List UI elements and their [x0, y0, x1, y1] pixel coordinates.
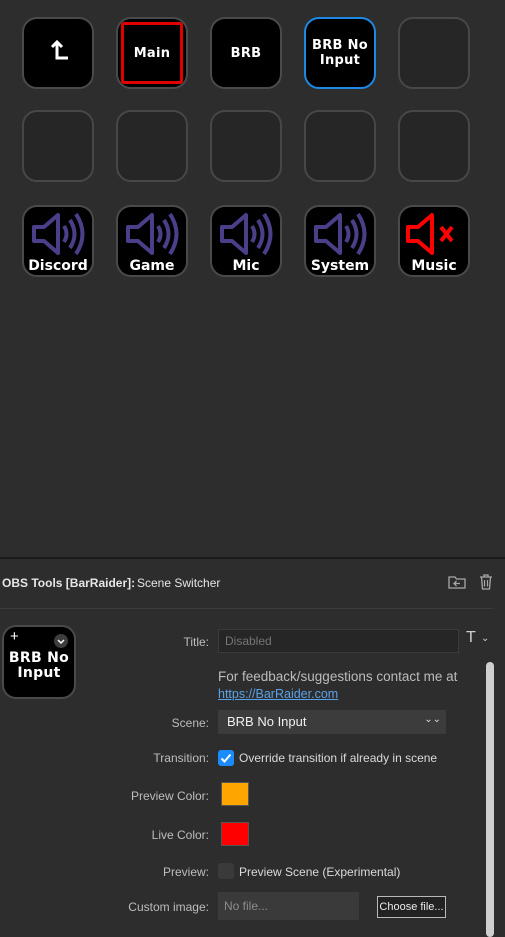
preview-key-label: BRB No Input	[8, 650, 70, 681]
transition-checkbox[interactable]	[218, 750, 234, 766]
key-label: BRB	[230, 45, 262, 61]
empty-key[interactable]	[116, 110, 188, 182]
scene-select[interactable]: BRB No Input ⌄⌄	[218, 710, 446, 734]
preview-label: Preview:	[162, 865, 209, 879]
audio-key-music[interactable]: Music	[398, 205, 470, 277]
key-label: Music	[411, 258, 457, 274]
checkmark-icon	[220, 753, 232, 763]
key-label: Mic	[232, 258, 260, 274]
scene-key-brb[interactable]: BRB	[210, 17, 282, 89]
action-name: Scene Switcher	[137, 576, 221, 590]
text-format-icon[interactable]: T	[466, 629, 476, 647]
back-arrow-icon	[50, 39, 68, 60]
speaker-icon	[220, 212, 273, 256]
title-label: Title:	[183, 635, 209, 649]
barraider-link[interactable]: https://BarRaider.com	[218, 687, 338, 701]
back-key[interactable]	[22, 17, 94, 89]
scrollbar[interactable]	[486, 662, 494, 937]
choose-file-button[interactable]: Choose file...	[377, 896, 446, 918]
preview-scene-checkbox[interactable]	[218, 863, 234, 879]
inspector-header: OBS Tools [BarRaider]: Scene Switcher	[0, 559, 505, 607]
trash-icon[interactable]	[477, 573, 495, 591]
key-label: Discord	[28, 258, 88, 274]
audio-key-mic[interactable]: Mic	[210, 205, 282, 277]
speaker-icon	[314, 212, 367, 256]
empty-key[interactable]	[210, 110, 282, 182]
speaker-muted-icon	[406, 213, 454, 255]
custom-image-label: Custom image:	[128, 900, 209, 914]
property-inspector: OBS Tools [BarRaider]: Scene Switcher + …	[0, 559, 505, 937]
empty-key[interactable]	[398, 17, 470, 89]
key-label: System	[310, 258, 370, 274]
preview-color-label: Preview Color:	[130, 789, 209, 803]
empty-key[interactable]	[398, 110, 470, 182]
header-separator	[0, 608, 493, 609]
folder-back-icon[interactable]	[448, 573, 466, 591]
key-label: Game	[129, 258, 175, 274]
chevron-down-icon[interactable]: ⌄	[481, 633, 489, 644]
preview-option-label: Preview Scene (Experimental)	[239, 865, 401, 879]
speaker-icon	[32, 212, 85, 256]
speaker-icon	[126, 212, 179, 256]
empty-key[interactable]	[22, 110, 94, 182]
title-input[interactable]	[218, 629, 459, 653]
audio-key-system[interactable]: System	[304, 205, 376, 277]
scene-key-main[interactable]: Main	[116, 17, 188, 89]
audio-key-game[interactable]: Game	[116, 205, 188, 277]
key-preview[interactable]: + BRB No Input	[2, 625, 76, 699]
custom-image-file-field[interactable]: No file...	[218, 892, 359, 920]
feedback-text: For feedback/suggestions contact me at	[218, 669, 458, 684]
transition-label: Transition:	[153, 751, 209, 765]
plugin-name: OBS Tools [BarRaider]:	[2, 576, 136, 590]
scene-select-value: BRB No Input	[227, 714, 307, 729]
live-color-swatch[interactable]	[221, 822, 249, 846]
key-grid: Main BRB BRB No Input Discord Game Mic S…	[0, 0, 505, 557]
live-color-label: Live Color:	[151, 828, 209, 842]
chevron-down-icon: ⌄⌄	[424, 714, 441, 725]
key-label: Main	[133, 45, 171, 61]
transition-option-label: Override transition if already in scene	[239, 751, 438, 765]
audio-key-discord[interactable]: Discord	[22, 205, 94, 277]
key-label: BRB No Input	[312, 38, 368, 68]
empty-key[interactable]	[304, 110, 376, 182]
preview-color-swatch[interactable]	[221, 782, 249, 806]
scene-label: Scene:	[171, 716, 209, 730]
scene-key-brb-no-input[interactable]: BRB No Input	[304, 17, 376, 89]
